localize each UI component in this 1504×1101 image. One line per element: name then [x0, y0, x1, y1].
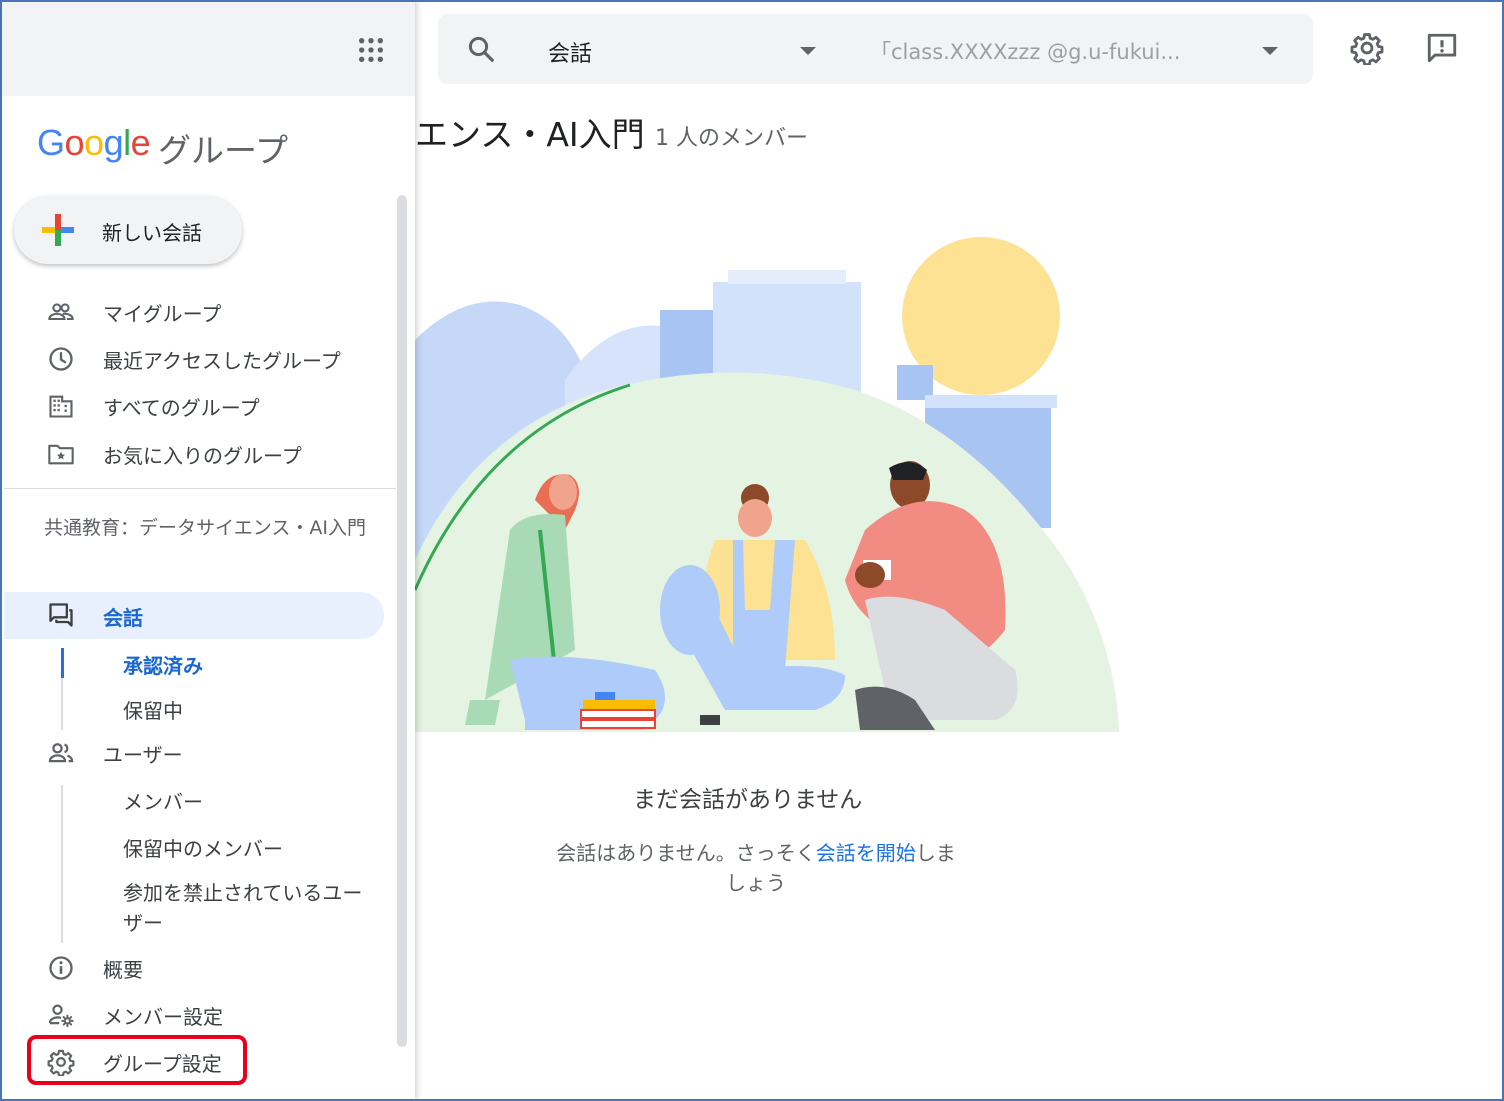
empty-desc-text-before: 会話はありません。さっそく [556, 841, 816, 865]
nav-member-settings[interactable]: メンバー設定 [0, 991, 390, 1037]
subnav-pending-members[interactable]: 保留中のメンバー [123, 833, 283, 862]
sidebar-header [0, 0, 415, 96]
subnav-banned-users[interactable]: 参加を禁止されているユーザー [123, 878, 363, 938]
filter-dropdown-icon[interactable] [1262, 47, 1278, 55]
nav-label: ユーザー [103, 743, 183, 767]
feedback-icon[interactable] [1425, 31, 1459, 65]
nav-all-groups[interactable]: すべてのグループ [0, 382, 390, 428]
sidebar: Google グループ 新しい会話 マイグループ 最近アクセスしたグループ すべ… [0, 0, 415, 1101]
empty-state-illustration [415, 237, 1119, 732]
nav-conversations[interactable]: 会話 [4, 592, 384, 639]
highlight-annotation [27, 1035, 247, 1085]
building-icon [49, 395, 73, 418]
forum-icon [49, 603, 73, 627]
empty-state-title: まだ会話がありません [633, 787, 863, 813]
sidebar-scrollbar[interactable] [397, 195, 407, 1047]
subnav-active-marker [61, 648, 64, 678]
nav-label: マイグループ [103, 302, 222, 326]
group-filter-field[interactable]: 「class.XXXXzzz @g.u-fukui... [870, 36, 1180, 66]
info-icon [49, 956, 73, 980]
current-group-name: 共通教育：データサイエンス・AI入門 [44, 517, 367, 539]
empty-state-description: 会話はありません。さっそく会話を開始しましょう [551, 838, 961, 898]
gear-icon[interactable] [1350, 31, 1384, 65]
subnav-line [61, 785, 63, 943]
people-icon [48, 743, 74, 763]
search-bar[interactable]: 会話 「class.XXXXzzz @g.u-fukui... [438, 14, 1313, 84]
subnav-pending[interactable]: 保留中 [123, 695, 183, 724]
main-content: 会話 「class.XXXXzzz @g.u-fukui... エンス・AI入門… [415, 0, 1504, 1101]
new-conversation-label: 新しい会話 [102, 221, 202, 245]
page-title: エンス・AI入門 [415, 115, 645, 154]
nav-label: メンバー設定 [103, 1005, 223, 1029]
nav-label: お気に入りのグループ [103, 444, 302, 468]
subnav-approved[interactable]: 承認済み [123, 650, 203, 679]
search-scope-label[interactable]: 会話 [548, 36, 592, 68]
nav-favorite-groups[interactable]: お気に入りのグループ [0, 430, 390, 476]
clock-icon [49, 347, 73, 371]
start-conversation-link[interactable]: 会話を開始 [816, 841, 916, 865]
nav-label: 概要 [103, 958, 143, 982]
google-logo[interactable]: Google [37, 122, 151, 164]
people-icon [48, 303, 74, 321]
search-icon[interactable] [466, 34, 496, 64]
nav-label: 会話 [103, 606, 143, 630]
nav-recent-groups[interactable]: 最近アクセスしたグループ [0, 335, 390, 381]
scope-dropdown-icon[interactable] [800, 47, 816, 55]
product-name: グループ [158, 131, 289, 170]
star-folder-icon [48, 444, 74, 465]
apps-grid-icon[interactable] [357, 36, 385, 64]
nav-label: すべてのグループ [103, 396, 260, 420]
divider [4, 488, 396, 489]
plus-icon [42, 214, 74, 246]
new-conversation-button[interactable]: 新しい会話 [14, 196, 242, 264]
member-count: 1 人のメンバー [655, 126, 808, 151]
subnav-members[interactable]: メンバー [123, 786, 203, 815]
nav-users[interactable]: ユーザー [0, 729, 390, 775]
nav-about[interactable]: 概要 [0, 944, 390, 990]
nav-label: 最近アクセスしたグループ [103, 349, 341, 373]
person-settings-icon [48, 1004, 74, 1028]
nav-my-groups[interactable]: マイグループ [0, 288, 390, 334]
